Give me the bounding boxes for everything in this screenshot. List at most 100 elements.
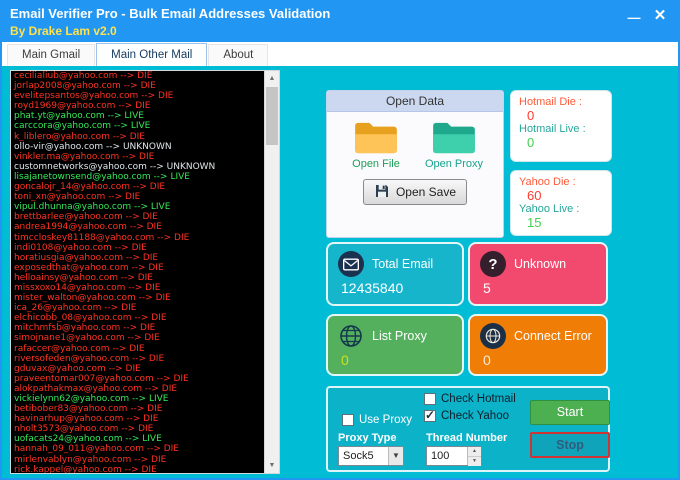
window-subtitle: By Drake Lam v2.0 [10,24,117,38]
check-yahoo-checkbox-box[interactable] [424,408,436,422]
unknown-value: 5 [483,280,491,296]
email-list-item[interactable]: hannah_09_011@yahoo.com --> DIE [11,444,264,454]
email-list-item[interactable]: customnetworks@yahoo.com --> UNKNOWN [11,162,264,172]
email-list-item[interactable]: nholt3573@yahoo.com --> DIE [11,424,264,434]
email-list-item[interactable]: brettbarlee@yahoo.com --> DIE [11,212,264,222]
email-list-item[interactable]: indi0108@yahoo.com --> DIE [11,243,264,253]
connect-error-card: Connect Error 0 [468,314,608,376]
question-mark-icon: ? [480,251,506,277]
email-list-item[interactable]: goncalojr_14@yahoo.com --> DIE [11,182,264,192]
email-list-item[interactable]: evelitepsantos@yahoo.com --> DIE [11,91,264,101]
titlebar: Email Verifier Pro - Bulk Email Addresse… [2,2,678,42]
email-list-item[interactable]: timccloskey81188@yahoo.com --> DIE [11,233,264,243]
email-list-item[interactable]: uofacats24@yahoo.com --> LIVE [11,434,264,444]
email-list-item[interactable]: mitchmfsb@yahoo.com --> DIE [11,323,264,333]
scrollbar-thumb[interactable] [266,87,278,145]
yahoo-live-value: 15 [527,215,542,230]
tab-main-gmail[interactable]: Main Gmail [7,44,96,66]
scroll-down-icon[interactable]: ▼ [265,458,279,473]
check-hotmail-label: Check Hotmail [441,393,516,405]
hotmail-stats-box: Hotmail Die : 0 Hotmail Live : 0 [510,90,612,162]
tab-main-other-mail[interactable]: Main Other Mail [96,43,208,66]
close-icon[interactable]: ✕ [650,7,670,25]
scroll-up-icon[interactable]: ▲ [265,71,279,86]
email-list-item[interactable]: vipul.dhunna@yahoo.com --> LIVE [11,202,264,212]
open-data-title: Open Data [327,91,503,112]
email-list-item[interactable]: rafaccer@yahoo.com --> DIE [11,344,264,354]
tab-strip: Main Gmail Main Other Mail About [2,42,678,66]
email-list-item[interactable]: horatiusgia@yahoo.com --> DIE [11,253,264,263]
email-list-item[interactable]: andrea1994@yahoo.com --> DIE [11,222,264,232]
check-yahoo-checkbox[interactable]: Check Yahoo [424,408,509,422]
chevron-down-icon[interactable]: ▼ [388,447,403,465]
open-save-button[interactable]: Open Save [363,179,467,205]
email-list-item[interactable]: mister_walton@yahoo.com --> DIE [11,293,264,303]
main-content: cecilialiub@yahoo.com --> DIE jorlap2008@… [2,66,678,478]
spin-up-icon[interactable]: ▲ [468,447,481,457]
globe-icon [338,323,364,349]
minimize-icon[interactable]: — [624,7,644,25]
tab-about[interactable]: About [208,44,269,66]
list-proxy-label: List Proxy [372,329,427,343]
email-list-item[interactable]: vinkler.ma@yahoo.com --> DIE [11,152,264,162]
proxy-type-label: Proxy Type [338,432,397,444]
check-hotmail-checkbox[interactable]: Check Hotmail [424,393,516,405]
list-scrollbar[interactable]: ▲ ▼ [264,71,279,473]
email-list-item[interactable]: elchicobb_08@yahoo.com --> DIE [11,313,264,323]
open-file-label: Open File [352,158,400,170]
email-list-item[interactable]: rick.kappel@yahoo.com --> DIE [11,465,264,473]
email-list-item[interactable]: ica_26@yahoo.com --> DIE [11,303,264,313]
yahoo-live-label: Yahoo Live : [519,203,580,215]
open-save-label: Open Save [395,185,457,199]
thread-number-label: Thread Number [426,432,508,444]
open-proxy-button[interactable]: Open Proxy [423,120,485,170]
email-list-item[interactable]: ollo-vir@yahoo.com --> UNKNOWN [11,142,264,152]
email-list-item[interactable]: alokpathakmax@yahoo.com --> DIE [11,384,264,394]
email-list-item[interactable]: jorlap2008@yahoo.com --> DIE [11,81,264,91]
email-list-item[interactable]: vickielynn62@yahoo.com --> LIVE [11,394,264,404]
email-list-item[interactable]: exposedthat@yahoo.com --> DIE [11,263,264,273]
use-proxy-checkbox[interactable]: Use Proxy [342,414,412,426]
open-file-button[interactable]: Open File [345,120,407,170]
check-yahoo-label: Check Yahoo [441,410,509,422]
email-list-item[interactable]: betibober83@yahoo.com --> DIE [11,404,264,414]
unknown-label: Unknown [514,257,567,271]
email-list-item[interactable]: riversofeden@yahoo.com --> DIE [11,354,264,364]
email-list-item[interactable]: k_liblero@yahoo.com --> DIE [11,132,264,142]
check-hotmail-checkbox-box[interactable] [424,393,436,405]
hotmail-live-label: Hotmail Live : [519,123,586,135]
proxy-type-select[interactable]: Sock5 ▼ [338,446,404,466]
hotmail-die-value: 0 [527,108,535,123]
thread-number-value: 100 [431,450,450,462]
use-proxy-checkbox-box[interactable] [342,414,354,426]
email-list-item[interactable]: simojnane1@yahoo.com --> DIE [11,333,264,343]
email-list-item[interactable]: phat.yt@yahoo.com --> LIVE [11,111,264,121]
email-list-item[interactable]: havinarhup@yahoo.com --> DIE [11,414,264,424]
save-floppy-icon [374,183,390,202]
email-list-item[interactable]: lisajanetownsend@yahoo.com --> LIVE [11,172,264,182]
connect-error-value: 0 [483,352,491,368]
email-list-item[interactable]: praveentomar007@yahoo.com --> DIE [11,374,264,384]
control-panel: Use Proxy Check Hotmail Check Yahoo Prox… [326,386,610,472]
email-list-item[interactable]: royd1969@yahoo.com --> DIE [11,101,264,111]
email-list-item[interactable]: missxoxo14@yahoo.com --> DIE [11,283,264,293]
stop-button[interactable]: Stop [530,432,610,458]
spin-down-icon[interactable]: ▼ [468,457,481,466]
email-list-item[interactable]: cecilialiub@yahoo.com --> DIE [11,71,264,81]
email-results-listbox[interactable]: cecilialiub@yahoo.com --> DIE jorlap2008@… [10,70,280,474]
total-email-value: 12435840 [341,280,404,296]
email-list-item[interactable]: toni_xn@yahoo.com --> DIE [11,192,264,202]
email-list-item[interactable]: mirlenvablyn@yahoo.com --> DIE [11,455,264,465]
use-proxy-label: Use Proxy [359,414,413,426]
open-proxy-label: Open Proxy [424,158,484,170]
window-title: Email Verifier Pro - Bulk Email Addresse… [10,6,331,21]
thread-number-stepper[interactable]: 100 ▲ ▼ [426,446,482,466]
connect-error-label: Connect Error [514,329,592,343]
email-list-item[interactable]: helloainsy@yahoo.com --> DIE [11,273,264,283]
total-email-label: Total Email [372,257,434,271]
email-list-item[interactable]: carccora@yahoo.com --> LIVE [11,121,264,131]
email-list-item[interactable]: gduvax@yahoo.com --> DIE [11,364,264,374]
yahoo-die-label: Yahoo Die : [519,176,576,188]
open-data-panel: Open Data Open File Open Proxy Open Save [326,90,504,238]
start-button[interactable]: Start [530,400,610,425]
